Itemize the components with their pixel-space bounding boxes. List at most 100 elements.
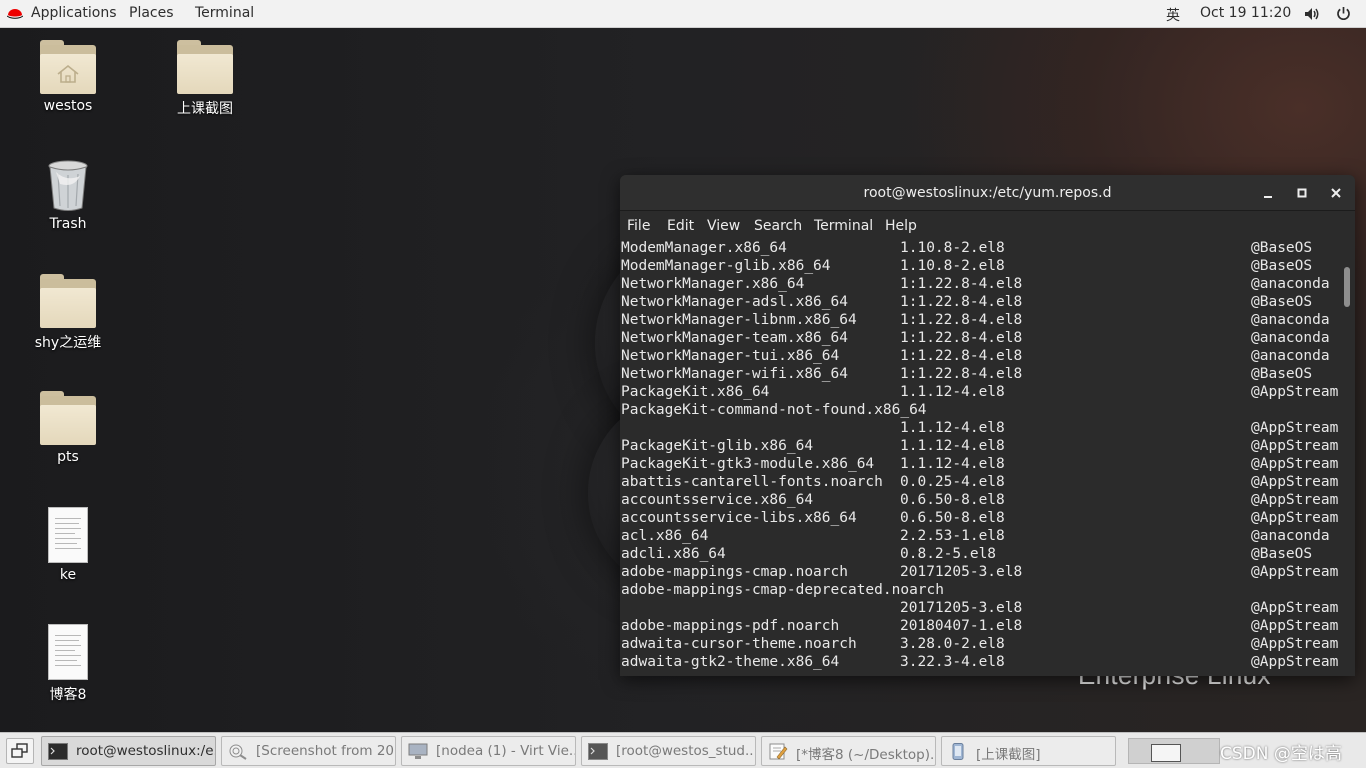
package-version: 0.8.2-5.el8 [900, 546, 997, 562]
package-version: 20171205-3.el8 [900, 564, 1023, 580]
terminal-icon [588, 743, 608, 760]
taskbar-item-file-manager[interactable]: [上课截图] [941, 736, 1116, 766]
taskbar-item-terminal-student[interactable]: [root@westos_stud... [581, 736, 756, 766]
package-repo: @BaseOS [1251, 258, 1313, 274]
terminal-line: PackageKit-command-not-found.x86_64 [620, 402, 1342, 420]
package-name: accountsservice.x86_64 [621, 492, 814, 508]
package-repo: @AppStream [1251, 438, 1339, 454]
taskbar-item-virt-viewer[interactable]: [nodea (1) - Virt Vie... [401, 736, 576, 766]
taskbar-item-label: [root@westos_stud... [616, 743, 756, 759]
close-button[interactable] [1326, 183, 1346, 203]
package-version: 1:1.22.8-4.el8 [900, 330, 1023, 346]
package-repo: @AppStream [1251, 618, 1339, 634]
terminal-window[interactable]: root@westoslinux:/etc/yum.repos.d File E… [620, 175, 1355, 676]
taskbar-item-label: [上课截图] [976, 747, 1041, 763]
home-folder-icon [40, 40, 96, 94]
package-name: adcli.x86_64 [621, 546, 726, 562]
desktop-icon-screenshots-folder[interactable]: 上课截图 [155, 40, 255, 118]
package-repo: @AppStream [1251, 564, 1339, 580]
taskbar-item-screenshot[interactable]: [Screenshot from 20... [221, 736, 396, 766]
package-repo: @anaconda [1251, 312, 1330, 328]
menu-edit[interactable]: Edit [667, 218, 694, 234]
workspace-switcher[interactable] [1128, 738, 1220, 764]
package-repo: @anaconda [1251, 330, 1330, 346]
package-version: 0.6.50-8.el8 [900, 510, 1005, 526]
taskbar-item-label: [Screenshot from 20... [256, 743, 396, 759]
terminal-titlebar[interactable]: root@westoslinux:/etc/yum.repos.d [620, 175, 1355, 211]
terminal-line: NetworkManager-wifi.x86_64 1:1.22.8-4.el8… [620, 366, 1342, 384]
terminal-scrollbar[interactable] [1344, 243, 1350, 671]
folder-icon [40, 274, 96, 328]
terminal-line: adobe-mappings-cmap-deprecated.noarch [620, 582, 1342, 600]
package-version: 1.1.12-4.el8 [900, 420, 1005, 436]
places-menu[interactable]: Places [129, 5, 174, 21]
desktop-icon-label: pts [57, 449, 79, 465]
package-name: NetworkManager-libnm.x86_64 [621, 312, 857, 328]
package-version: 1:1.22.8-4.el8 [900, 294, 1023, 310]
package-name: adobe-mappings-cmap-deprecated.noarch [621, 582, 945, 598]
terminal-line: adobe-mappings-cmap.noarch 20171205-3.el8… [620, 564, 1342, 582]
package-name: NetworkManager-wifi.x86_64 [621, 366, 848, 382]
package-name: adobe-mappings-cmap.noarch [621, 564, 848, 580]
terminal-line: adobe-mappings-pdf.noarch 20180407-1.el8 @… [620, 618, 1342, 636]
desktop-icon-westos[interactable]: westos [18, 40, 118, 114]
menu-help[interactable]: Help [885, 218, 917, 234]
package-name: adwaita-cursor-theme.noarch [621, 636, 857, 652]
desktop-icon-blog8-file[interactable]: 博客8 [18, 624, 118, 704]
terminal-line: NetworkManager-libnm.x86_64 1:1.22.8-4.el… [620, 312, 1342, 330]
document-icon [48, 624, 88, 680]
package-name: PackageKit-gtk3-module.x86_64 [621, 456, 875, 472]
desktop-icon-pts-folder[interactable]: pts [18, 391, 118, 465]
package-version: 0.6.50-8.el8 [900, 492, 1005, 508]
package-version: 1.10.8-2.el8 [900, 240, 1005, 256]
terminal-line: PackageKit.x86_64 1.1.12-4.el8 @AppStream [620, 384, 1342, 402]
package-name: NetworkManager-tui.x86_64 [621, 348, 840, 364]
input-method-indicator[interactable]: 英 [1166, 5, 1180, 25]
window-title: root@westoslinux:/etc/yum.repos.d [863, 185, 1112, 201]
desktop-icon-label: 上课截图 [177, 101, 233, 117]
taskbar-item-terminal[interactable]: root@westoslinux:/e... [41, 736, 216, 766]
text-editor-icon [769, 743, 788, 760]
desktop-icon-label: ke [59, 567, 77, 583]
show-desktop-icon [11, 743, 28, 758]
terminal-line: ModemManager.x86_64 1.10.8-2.el8 @BaseOS [620, 240, 1342, 258]
minimize-button[interactable] [1258, 183, 1278, 203]
package-name: acl.x86_64 [621, 528, 709, 544]
package-repo: @BaseOS [1251, 240, 1313, 256]
terminal-app-menu[interactable]: Terminal [195, 5, 254, 21]
desktop-icon-label: shy之运维 [34, 335, 102, 351]
package-repo: @AppStream [1251, 636, 1339, 652]
terminal-output[interactable]: ModemManager.x86_64 1.10.8-2.el8 @BaseOS Mo… [620, 240, 1342, 674]
package-version: 3.28.0-2.el8 [900, 636, 1005, 652]
package-version: 1:1.22.8-4.el8 [900, 276, 1023, 292]
desktop-icon-shy-folder[interactable]: shy之运维 [18, 274, 118, 352]
clock[interactable]: Oct 19 11:20 [1200, 5, 1291, 21]
menu-terminal[interactable]: Terminal [814, 218, 873, 234]
terminal-line: abattis-cantarell-fonts.noarch 0.0.25-4.e… [620, 474, 1342, 492]
desktop-icon-ke-file[interactable]: ke [18, 507, 118, 583]
menu-search[interactable]: Search [754, 218, 802, 234]
menu-file[interactable]: File [627, 218, 650, 234]
package-version: 1:1.22.8-4.el8 [900, 312, 1023, 328]
applications-menu[interactable]: Applications [31, 5, 117, 21]
package-repo: @BaseOS [1251, 546, 1313, 562]
package-repo: @anaconda [1251, 528, 1330, 544]
workspace-1[interactable] [1151, 744, 1181, 762]
menu-view[interactable]: View [707, 218, 740, 234]
maximize-button[interactable] [1292, 183, 1312, 203]
top-panel: Applications Places Terminal 英 Oct 19 11… [0, 0, 1366, 28]
package-repo: @anaconda [1251, 276, 1330, 292]
package-name: NetworkManager.x86_64 [621, 276, 805, 292]
volume-icon[interactable] [1304, 7, 1321, 21]
taskbar-item-text-editor[interactable]: [*博客8 (~/Desktop)... [761, 736, 936, 766]
power-icon[interactable] [1336, 6, 1351, 21]
scrollbar-thumb[interactable] [1344, 267, 1350, 307]
terminal-line: NetworkManager.x86_64 1:1.22.8-4.el8 @anac… [620, 276, 1342, 294]
desktop-icon-trash[interactable]: Trash [18, 158, 118, 232]
package-name: accountsservice-libs.x86_64 [621, 510, 857, 526]
document-icon [48, 507, 88, 563]
package-repo: @BaseOS [1251, 366, 1313, 382]
desktop-icon-label: 博客8 [49, 687, 87, 703]
package-repo: @AppStream [1251, 510, 1339, 526]
show-desktop-button[interactable] [6, 738, 34, 764]
